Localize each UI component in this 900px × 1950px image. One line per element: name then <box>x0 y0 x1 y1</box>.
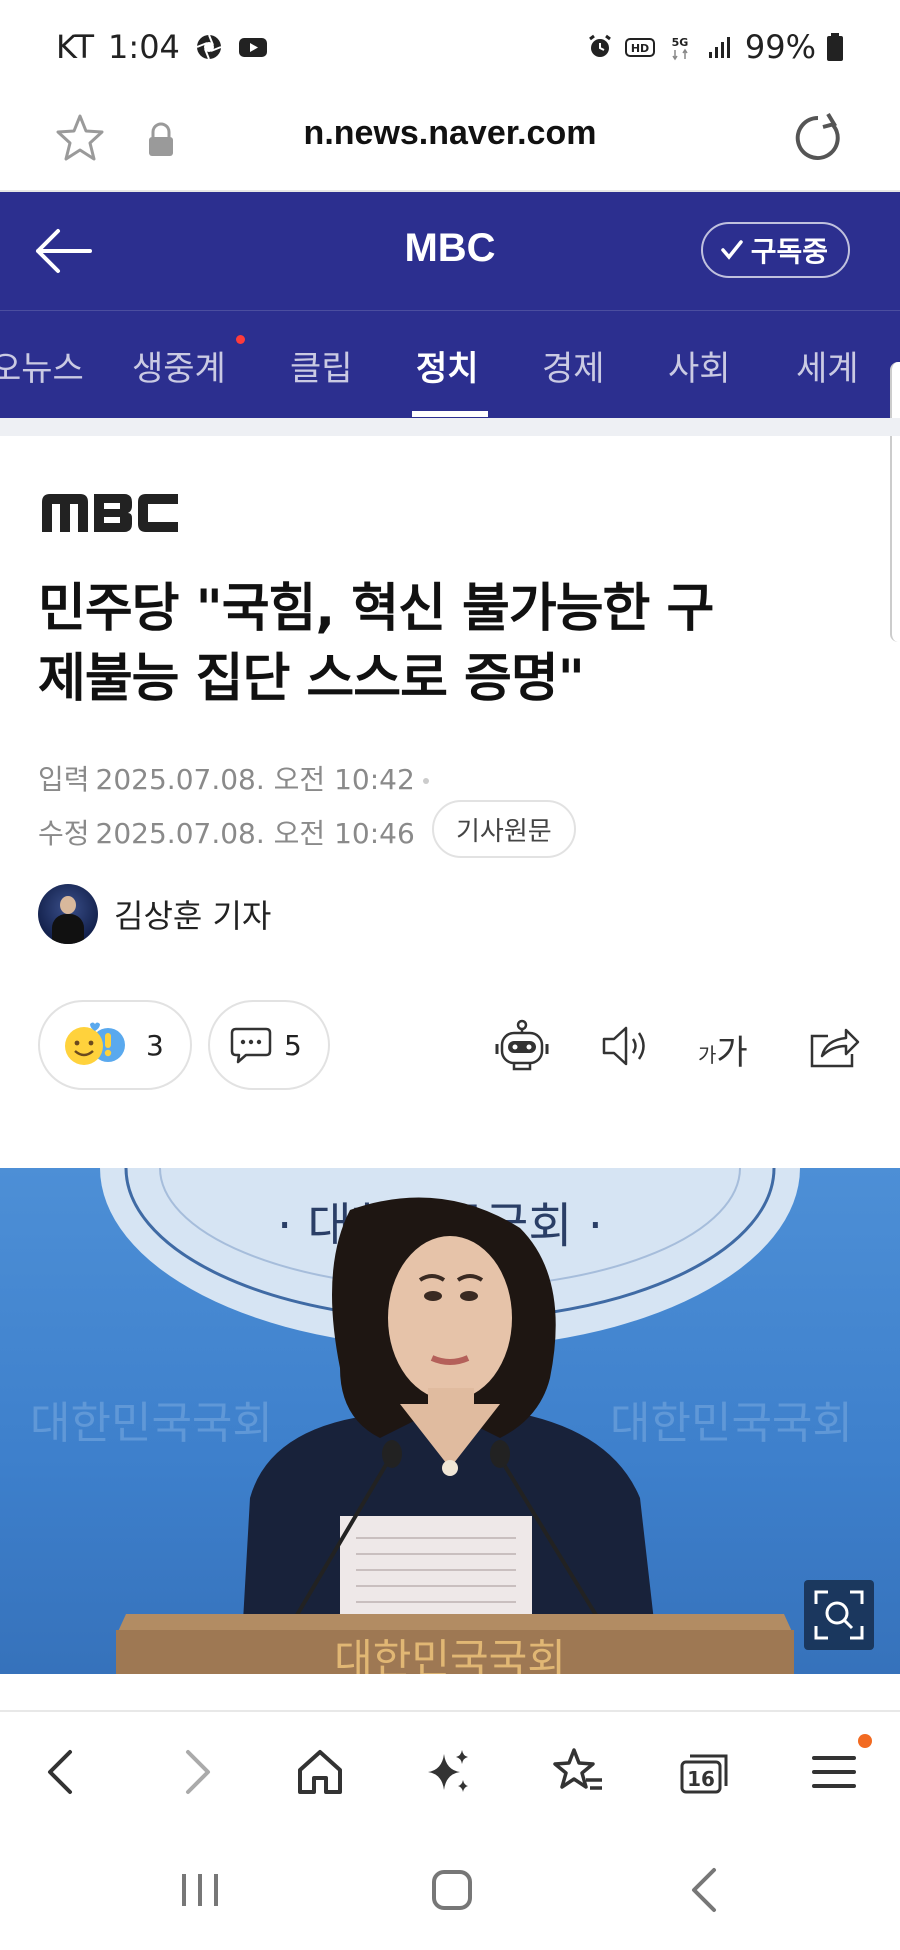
5g-signal-icon: 5G <box>672 36 689 61</box>
reporter-byline[interactable]: 김상훈 기자 <box>38 884 271 944</box>
comment-button[interactable]: 5 <box>208 1000 330 1090</box>
browser-url-bar: n.news.naver.com <box>0 96 900 192</box>
home-icon[interactable] <box>292 1744 348 1800</box>
battery-percent: 99% <box>744 28 816 66</box>
battery-icon <box>827 33 843 61</box>
subscribe-button[interactable]: 구독중 <box>700 222 850 278</box>
system-nav-bar <box>0 1832 900 1950</box>
font-size-small: 가 <box>698 1043 717 1067</box>
url-address[interactable]: n.news.naver.com <box>0 114 900 153</box>
back-icon[interactable] <box>34 1744 90 1800</box>
reaction-count: 3 <box>146 1028 164 1062</box>
input-label: 입력 <box>38 763 90 796</box>
clock: 1:04 <box>108 28 180 66</box>
category-tabs: 오뉴스 생중계 클립 정치 경제 사회 세계 <box>0 310 900 418</box>
article-headline: 민주당 "국힘, 혁신 불가능한 구 제불능 집단 스스로 증명" <box>38 574 858 714</box>
press-header: MBC 구독중 <box>0 192 900 310</box>
reporter-avatar <box>38 884 98 944</box>
sparkle-ai-icon[interactable] <box>420 1744 476 1800</box>
reload-icon[interactable] <box>788 108 848 168</box>
share-icon[interactable] <box>806 1018 862 1074</box>
tabs-count: 16 <box>687 1767 715 1791</box>
tab-live[interactable]: 생중계 <box>132 341 226 390</box>
active-tab-underline <box>412 411 488 417</box>
bookmarks-icon[interactable] <box>550 1744 606 1800</box>
aperture-icon <box>196 34 222 60</box>
tab-world[interactable]: 세계 <box>796 341 859 390</box>
section-divider <box>0 418 900 436</box>
scroll-indicator[interactable] <box>890 362 900 642</box>
backdrop-text-right: 대한민국국회 <box>610 1398 853 1449</box>
carrier-label: KT <box>56 28 95 66</box>
ai-summary-bot-icon[interactable] <box>494 1018 550 1074</box>
reporter-name: 김상훈 기자 <box>114 897 272 935</box>
comment-count: 5 <box>284 1028 302 1062</box>
home-button-icon[interactable] <box>424 1862 480 1918</box>
headline-line-1: 민주당 "국힘, 혁신 불가능한 구 <box>38 579 714 639</box>
subscribe-label: 구독중 <box>750 235 828 268</box>
tab-politics[interactable]: 정치 <box>416 341 479 390</box>
backdrop-text-left: 대한민국국회 <box>30 1398 273 1449</box>
tab-society[interactable]: 사회 <box>668 341 731 390</box>
status-bar-right: HD 5G 99% <box>585 28 844 66</box>
original-article-button[interactable]: 기사원문 <box>432 800 576 858</box>
font-size-large: 가 <box>716 1033 748 1073</box>
input-date: 입력 2025.07.08. 오전 10:42 <box>38 758 429 798</box>
hd-voice-icon: HD <box>624 38 655 57</box>
speaker-tts-icon[interactable] <box>598 1018 654 1074</box>
tabs-icon[interactable]: 16 <box>676 1744 732 1800</box>
input-time: 2025.07.08. 오전 10:42 <box>95 763 415 796</box>
comment-bubble-icon <box>230 1027 272 1064</box>
browser-toolbar: 16 <box>0 1712 900 1832</box>
image-search-icon[interactable] <box>804 1580 874 1650</box>
podium-text: 대한민국국회 <box>334 1635 566 1674</box>
youtube-icon <box>238 38 267 57</box>
live-indicator-dot <box>236 335 245 344</box>
edit-label: 수정 <box>38 817 90 850</box>
tab-economy[interactable]: 경제 <box>542 341 605 390</box>
menu-icon[interactable] <box>806 1744 862 1800</box>
svg-text:5G: 5G <box>672 36 689 49</box>
tab-clip[interactable]: 클립 <box>290 341 353 390</box>
article-actions: 3 5 가가 <box>0 1000 900 1090</box>
recent-apps-icon[interactable] <box>172 1862 228 1918</box>
checkmark-icon <box>720 240 743 260</box>
reaction-emoji-icon <box>65 1022 125 1065</box>
status-bar: KT 1:04 HD 5G 99% <box>0 0 900 96</box>
photo-scene: · 대한민국국회 · 대한민국국회 대한민국국회 대한민국국회 <box>30 1168 853 1674</box>
edit-date: 수정 2025.07.08. 오전 10:46 <box>38 812 415 852</box>
svg-text:HD: HD <box>631 42 649 55</box>
system-back-icon[interactable] <box>678 1862 734 1918</box>
reaction-button[interactable]: 3 <box>38 1000 192 1090</box>
headline-line-2: 제불능 집단 스스로 증명" <box>38 649 585 709</box>
font-size-button[interactable]: 가가 <box>698 1018 760 1074</box>
tab-onews[interactable]: 오뉴스 <box>0 341 84 390</box>
forward-icon[interactable] <box>168 1744 224 1800</box>
menu-notification-dot <box>858 1734 872 1748</box>
mbc-logo[interactable] <box>40 492 180 534</box>
edit-time: 2025.07.08. 오전 10:46 <box>95 817 415 850</box>
status-bar-left: KT 1:04 <box>56 28 268 66</box>
alarm-icon <box>588 34 611 57</box>
signal-bars-icon <box>708 37 730 58</box>
separator-dot <box>422 778 429 784</box>
article-photo[interactable]: · 대한민국국회 · 대한민국국회 대한민국국회 대한민국국회 <box>0 1168 900 1674</box>
